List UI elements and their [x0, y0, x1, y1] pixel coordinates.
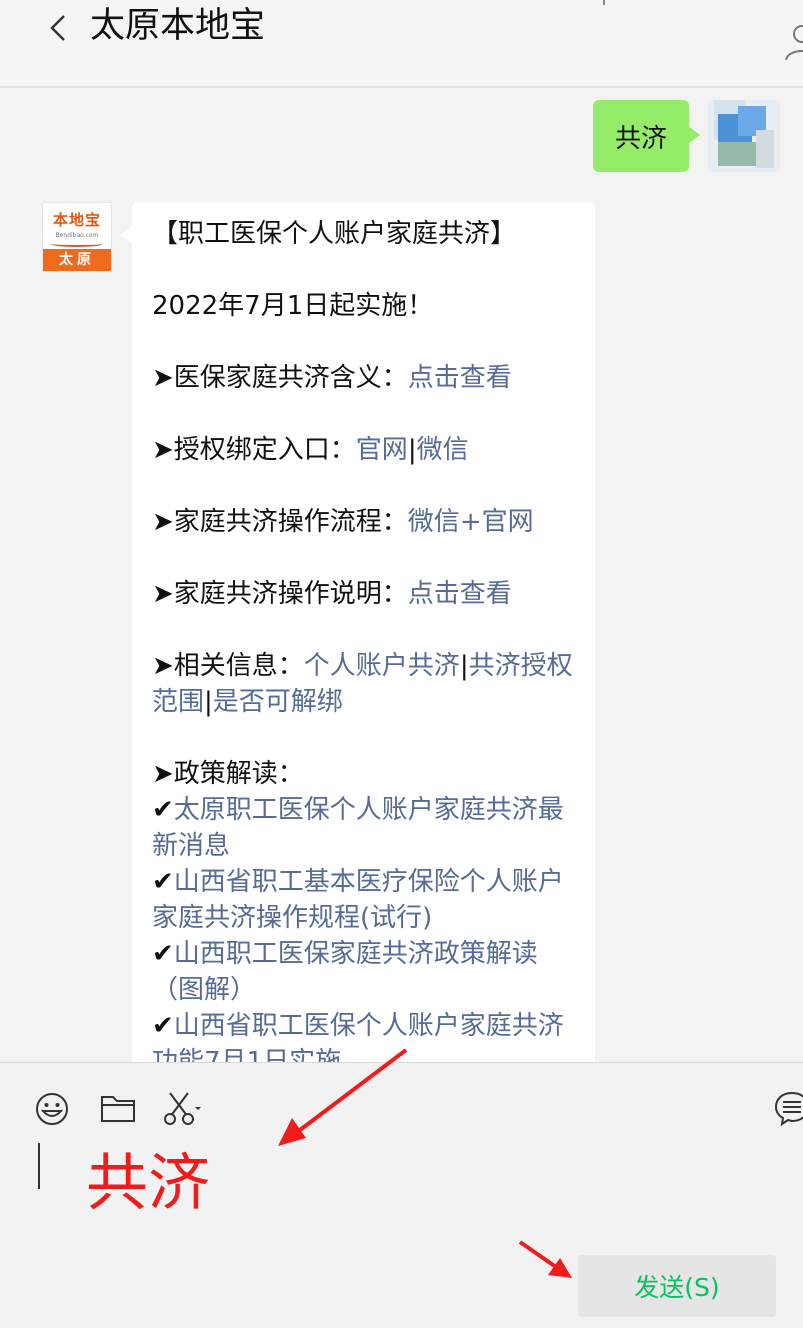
emoji-icon — [36, 1093, 68, 1125]
back-button[interactable] — [40, 10, 76, 46]
bot-domain-text: Bendibao.com — [55, 232, 99, 239]
policy-link-item: ✔山西职工医保家庭共济政策解读（图解） — [152, 936, 577, 1008]
policy-link-launch[interactable]: 山西省职工医保个人账户家庭共济功能7月1日实施 — [152, 1011, 564, 1062]
link-meaning[interactable]: 点击查看 — [408, 363, 512, 393]
user-icon — [785, 25, 803, 61]
check-icon: ✔ — [152, 939, 174, 969]
policy-heading: ➤政策解读： — [152, 759, 304, 789]
link-unbind[interactable]: 是否可解绑 — [213, 687, 343, 717]
reply-heading: 【职工医保个人账户家庭共济】 — [152, 219, 517, 249]
profile-button[interactable] — [782, 22, 803, 66]
check-icon: ✔ — [152, 795, 174, 825]
logo-swoosh — [51, 241, 103, 247]
policy-link-illustrated[interactable]: 山西职工医保家庭共济政策解读（图解） — [152, 939, 538, 1005]
window-edge-mark — [603, 0, 605, 5]
chat-history-button[interactable] — [772, 1087, 803, 1127]
item-process: ➤家庭共济操作流程：微信+官网 — [152, 507, 534, 537]
item-entry: ➤授权绑定入口：官网|微信 — [152, 435, 469, 465]
scissors-icon — [164, 1092, 201, 1125]
policy-link-item: ✔太原职工医保个人账户家庭共济最新消息 — [152, 792, 577, 864]
policy-link-rules[interactable]: 山西省职工基本医疗保险个人账户家庭共济操作规程(试行) — [152, 867, 564, 933]
bot-city-label: 太原 — [43, 249, 111, 271]
link-personal-account[interactable]: 个人账户共济 — [304, 651, 460, 681]
screenshot-button[interactable] — [162, 1087, 202, 1127]
check-icon: ✔ — [152, 867, 174, 897]
item-meaning: ➤医保家庭共济含义：点击查看 — [152, 363, 512, 393]
input-area: 共济 发送(S) — [0, 1062, 803, 1328]
message-list[interactable]: 共济 本地宝 Bendibao.com 太原 【职工医保个人账户家庭共济】 20… — [0, 90, 803, 1062]
item-instructions: ➤家庭共济操作说明：点击查看 — [152, 579, 512, 609]
link-process[interactable]: 微信+官网 — [408, 507, 534, 537]
item-related: ➤相关信息：个人账户共济|共济授权范围|是否可解绑 — [152, 651, 573, 717]
my-avatar[interactable] — [708, 100, 780, 172]
policy-link-item: ✔山西省职工基本医疗保险个人账户家庭共济操作规程(试行) — [152, 864, 577, 936]
bot-logo-text: 本地宝 — [52, 211, 101, 229]
folder-icon — [101, 1096, 135, 1122]
link-official-site[interactable]: 官网 — [356, 435, 408, 465]
chat-history-icon — [774, 1091, 803, 1127]
my-message-bubble[interactable]: 共济 — [593, 100, 700, 172]
reply-date-line: 2022年7月1日起实施！ — [152, 291, 434, 321]
chat-title: 太原本地宝 — [90, 6, 266, 46]
send-file-button[interactable] — [98, 1087, 138, 1127]
policy-link-item: ✔山西省职工医保个人账户家庭共济功能7月1日实施 — [152, 1008, 577, 1062]
message-input[interactable]: 共济 — [86, 1147, 210, 1219]
text-caret — [38, 1143, 40, 1189]
chat-header: 太原本地宝 — [0, 0, 803, 88]
emoji-button[interactable] — [32, 1087, 72, 1127]
policy-link-latest[interactable]: 太原职工医保个人账户家庭共济最新消息 — [152, 795, 564, 861]
chevron-left-icon — [50, 15, 65, 41]
link-instructions[interactable]: 点击查看 — [408, 579, 512, 609]
check-icon: ✔ — [152, 1011, 174, 1041]
send-button[interactable]: 发送(S) — [578, 1255, 776, 1317]
reply-bubble: 【职工医保个人账户家庭共济】 2022年7月1日起实施！ ➤医保家庭共济含义：点… — [120, 202, 595, 1062]
link-wechat[interactable]: 微信 — [417, 435, 469, 465]
bot-avatar[interactable]: 本地宝 Bendibao.com 太原 — [42, 202, 112, 272]
